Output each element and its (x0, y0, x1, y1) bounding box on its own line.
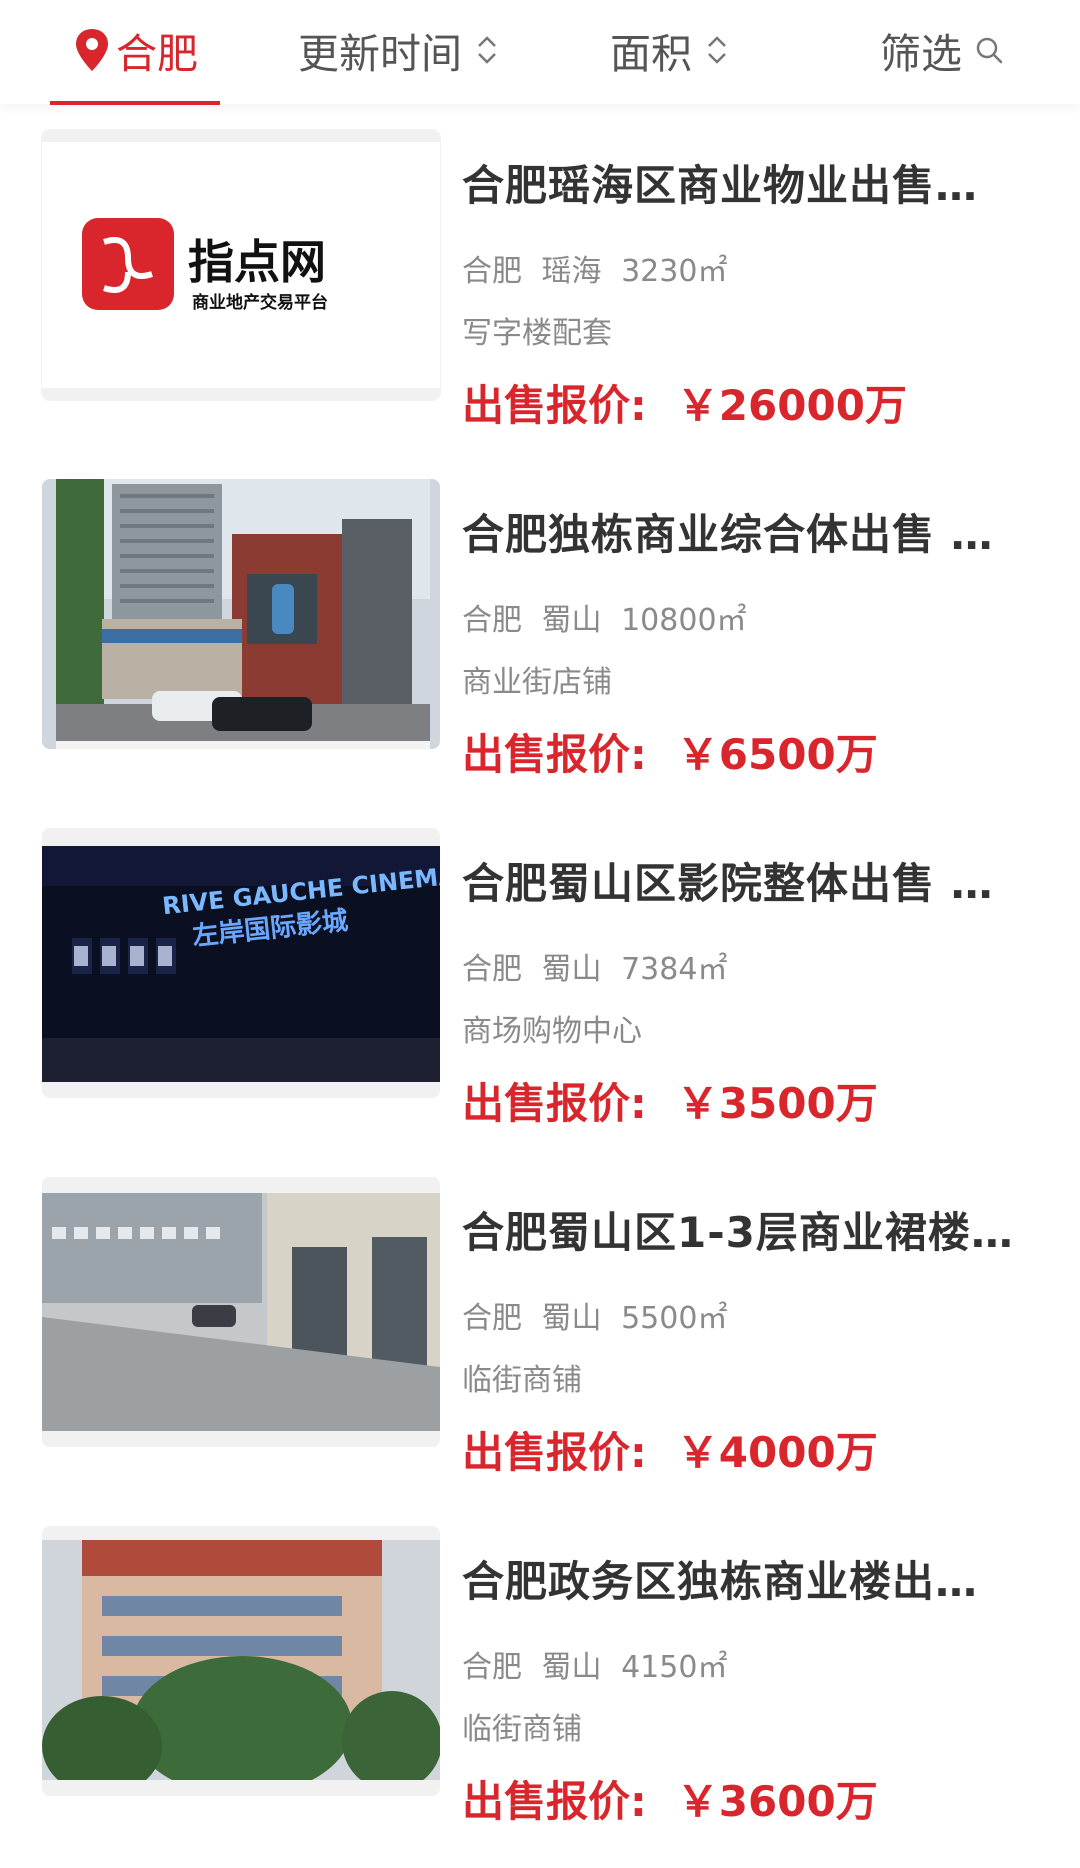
price-label: 出售报价: (462, 1777, 647, 1826)
listing-district: 蜀山 (541, 952, 602, 987)
listing-info: 合肥蜀山区1-3层商业裙楼… 合肥 蜀山 5500㎡ 临街商铺 出售报价: ￥40… (462, 1177, 1062, 1477)
listing-district: 蜀山 (541, 1301, 602, 1336)
listing-price: 出售报价: ￥3500万 (462, 1070, 878, 1131)
price-label: 出售报价: (462, 1079, 647, 1128)
listing-category: 写字楼配套 (462, 316, 612, 351)
price-amount: ￥26000万 (676, 381, 907, 430)
price-label: 出售报价: (462, 1428, 647, 1477)
listing-card[interactable]: 合肥独栋商业综合体出售 … 合肥 蜀山 10800㎡ 商业街店铺 出售报价: ￥6… (0, 479, 1080, 779)
listing-title: 合肥蜀山区影院整体出售 … (462, 859, 994, 906)
listing-category: 临街商铺 (462, 1363, 582, 1398)
listing-area: 5500㎡ (621, 1301, 728, 1336)
price-amount: ￥3500万 (676, 1079, 878, 1128)
zhidian-logo-image: 指点网 商业地产交易平台 (42, 130, 440, 400)
active-tab-indicator (50, 101, 220, 105)
listing-city: 合肥 (462, 952, 522, 987)
logo-name: 指点网 (188, 235, 326, 289)
listing-title: 合肥独栋商业综合体出售 … (462, 510, 994, 557)
listing-meta: 合肥 蜀山 10800㎡ (462, 595, 747, 639)
listing-area: 4150㎡ (621, 1650, 728, 1685)
listing-meta: 合肥 蜀山 5500㎡ (462, 1293, 727, 1337)
listing-info: 合肥瑶海区商业物业出售… 合肥 瑶海 3230㎡ 写字楼配套 出售报价: ￥260… (462, 130, 1062, 430)
filter-bar: 合肥 更新时间 面积 筛选 (0, 0, 1080, 105)
listing-card[interactable]: RIVE GAUCHE CINEMAS 左岸国际影城 合肥蜀山区影院整体出售 …… (0, 828, 1080, 1128)
listing-category: 商业街店铺 (462, 665, 612, 700)
listing-title: 合肥瑶海区商业物业出售… (462, 161, 979, 208)
listing-city: 合肥 (462, 254, 522, 289)
listing-meta: 合肥 瑶海 3230㎡ (462, 246, 727, 290)
listing-category: 商场购物中心 (462, 1014, 642, 1049)
filter-tab[interactable]: 筛选 (880, 18, 1004, 82)
price-amount: ￥3600万 (676, 1777, 878, 1826)
update-time-sort-tab[interactable]: 更新时间 (298, 18, 500, 82)
listing-district: 蜀山 (541, 1650, 602, 1685)
listing-title: 合肥政务区独栋商业楼出… (462, 1557, 979, 1604)
listing-area: 10800㎡ (621, 603, 747, 638)
listing-price: 出售报价: ￥3600万 (462, 1768, 878, 1829)
listing-thumbnail: 指点网 商业地产交易平台 (42, 130, 440, 400)
listing-card[interactable]: 合肥政务区独栋商业楼出… 合肥 蜀山 4150㎡ 临街商铺 出售报价: ￥3600… (0, 1526, 1080, 1826)
update-time-label: 更新时间 (298, 30, 462, 78)
listing-thumbnail (42, 479, 440, 749)
area-sort-tab[interactable]: 面积 (610, 18, 730, 82)
price-amount: ￥4000万 (676, 1428, 878, 1477)
listing-info: 合肥蜀山区影院整体出售 … 合肥 蜀山 7384㎡ 商场购物中心 出售报价: ￥3… (462, 828, 1062, 1128)
listing-meta: 合肥 蜀山 4150㎡ (462, 1642, 727, 1686)
price-label: 出售报价: (462, 730, 647, 779)
listing-price: 出售报价: ￥6500万 (462, 721, 878, 782)
listing-district: 蜀山 (541, 603, 602, 638)
listing-price: 出售报价: ￥4000万 (462, 1419, 878, 1480)
listing-title: 合肥蜀山区1-3层商业裙楼… (462, 1208, 1014, 1255)
cinema-photo: RIVE GAUCHE CINEMAS 左岸国际影城 (42, 828, 440, 1098)
commercial-podium-photo (42, 1177, 440, 1447)
listing-category: 临街商铺 (462, 1712, 582, 1747)
listing-thumbnail (42, 1177, 440, 1447)
listing-thumbnail: RIVE GAUCHE CINEMAS 左岸国际影城 (42, 828, 440, 1098)
area-sort-label: 面积 (610, 30, 692, 78)
commercial-complex-photo (42, 479, 440, 749)
listing-info: 合肥独栋商业综合体出售 … 合肥 蜀山 10800㎡ 商业街店铺 出售报价: ￥6… (462, 479, 1062, 779)
listing-card[interactable]: 合肥蜀山区1-3层商业裙楼… 合肥 蜀山 5500㎡ 临街商铺 出售报价: ￥40… (0, 1177, 1080, 1477)
listing-meta: 合肥 蜀山 7384㎡ (462, 944, 727, 988)
listing-price: 出售报价: ￥26000万 (462, 372, 907, 433)
listing-area: 3230㎡ (621, 254, 728, 289)
city-filter-label: 合肥 (116, 30, 198, 78)
listing-city: 合肥 (462, 603, 522, 638)
filter-label: 筛选 (880, 30, 962, 78)
price-amount: ￥6500万 (676, 730, 878, 779)
sort-chevron-icon (474, 30, 500, 70)
listing-city: 合肥 (462, 1650, 522, 1685)
listing-area: 7384㎡ (621, 952, 728, 987)
listing-card[interactable]: 指点网 商业地产交易平台 合肥瑶海区商业物业出售… 合肥 瑶海 3230㎡ 写字… (0, 130, 1080, 430)
search-icon (974, 35, 1004, 65)
office-building-photo (42, 1526, 440, 1796)
sort-chevron-icon (704, 30, 730, 70)
logo-subtitle: 商业地产交易平台 (192, 292, 328, 313)
price-label: 出售报价: (462, 381, 647, 430)
listing-thumbnail (42, 1526, 440, 1796)
city-filter-tab[interactable]: 合肥 (72, 18, 198, 82)
listing-district: 瑶海 (541, 254, 602, 289)
location-pin-icon (72, 27, 112, 73)
listing-city: 合肥 (462, 1301, 522, 1336)
listing-info: 合肥政务区独栋商业楼出… 合肥 蜀山 4150㎡ 临街商铺 出售报价: ￥3600… (462, 1526, 1062, 1826)
